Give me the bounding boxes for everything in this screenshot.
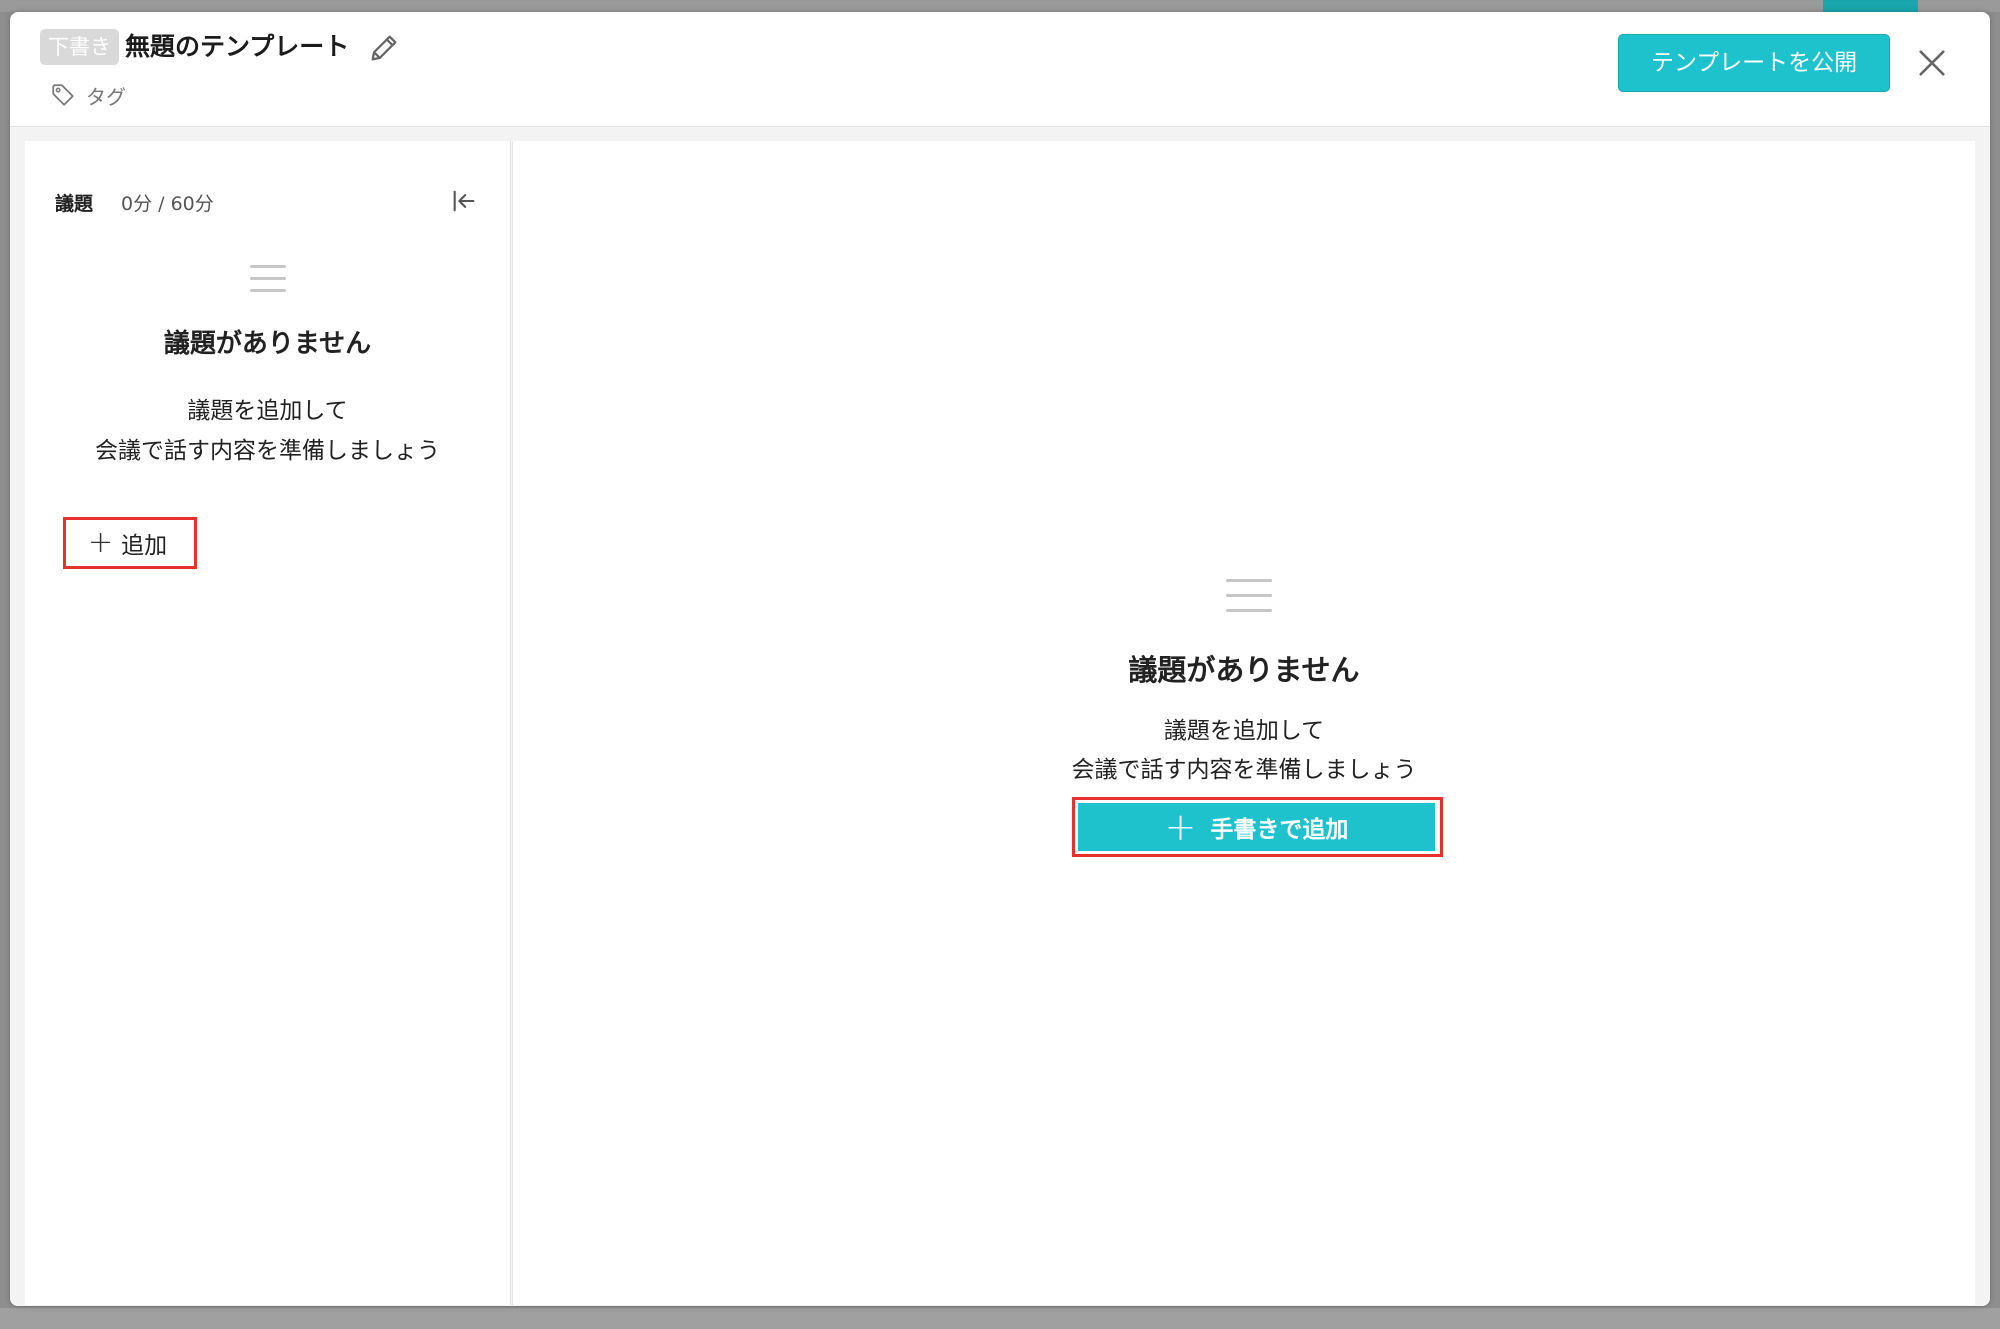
agenda-time-total: 0分 / 60分 [121,193,214,215]
template-title[interactable]: 無題のテンプレート [125,28,349,66]
close-icon[interactable] [1915,46,1949,80]
main-empty-description-2: 会議で話す内容を準備しましょう [1071,757,1417,783]
background-app-bottom [0,1308,2000,1329]
template-editor-modal: 下書き 無題のテンプレート タグ テンプレートを公開 議題 0分 / 60分 議… [10,12,1990,1306]
modal-header: 下書き 無題のテンプレート タグ テンプレートを公開 [10,12,1990,127]
tag-icon [52,84,74,106]
main-empty-description: 議題を追加して [1163,718,1325,744]
add-manually-label: 手書きで追加 [1210,817,1349,843]
add-agenda-label: 追加 [121,533,168,559]
empty-list-icon [1226,579,1272,615]
add-manually-button[interactable]: + 手書きで追加 [1078,803,1435,851]
tag-label: タグ [86,84,126,109]
background-button [1823,0,1918,12]
draft-badge: 下書き [40,29,119,65]
add-agenda-button[interactable]: + 追加 [63,517,197,569]
empty-list-icon [250,265,286,295]
pencil-icon[interactable] [367,31,401,65]
publish-template-button[interactable]: テンプレートを公開 [1618,34,1890,92]
agenda-sidebar: 議題 0分 / 60分 議題がありません 議題を追加して 会議で話す内容を準備し… [25,141,511,1305]
sidebar-empty-description: 議題を追加して [187,398,348,424]
agenda-heading: 議題 [55,193,94,215]
background-app [0,0,2000,12]
collapse-sidebar-icon[interactable] [450,187,478,215]
agenda-main: 議題がありません 議題を追加して 会議で話す内容を準備しましょう + 手書きで追… [512,141,1975,1305]
plus-icon: + [88,525,114,560]
sidebar-empty-description-2: 会議で話す内容を準備しましょう [95,438,440,464]
workspace: 議題 0分 / 60分 議題がありません 議題を追加して 会議で話す内容を準備し… [10,127,1990,1306]
plus-icon: + [1164,805,1197,849]
main-empty-title: 議題がありません [1128,653,1360,687]
tag-selector[interactable]: タグ [50,80,126,110]
add-manually-highlight: + 手書きで追加 [1072,797,1443,857]
sidebar-empty-title: 議題がありません [163,329,372,359]
